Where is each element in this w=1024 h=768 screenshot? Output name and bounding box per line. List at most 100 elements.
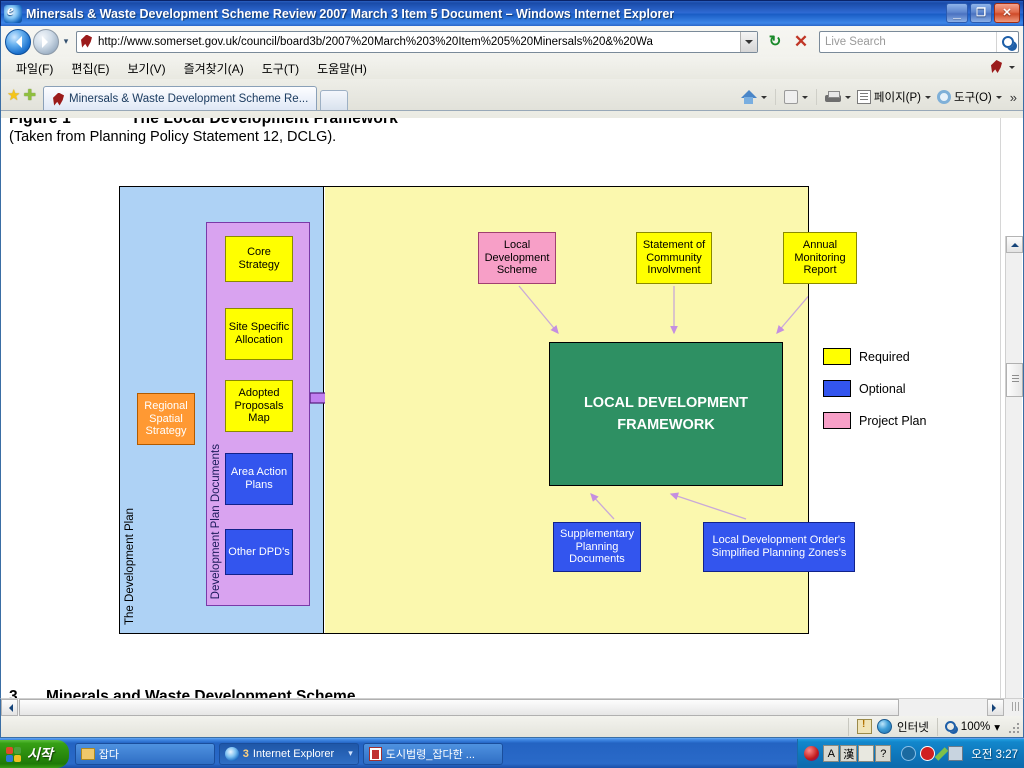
add-favorite-icon[interactable]: ✚ xyxy=(23,88,36,103)
address-dropdown-icon[interactable] xyxy=(740,31,757,52)
window-controls: _ ❐ ✕ xyxy=(946,3,1020,23)
menu-item-edit[interactable]: 편집(E) xyxy=(62,58,118,79)
taskbar-item-internet-explorer[interactable]: 3 Internet Explorer ▾ xyxy=(218,742,359,765)
tools-menu-label: 도구(O) xyxy=(954,92,992,104)
taskbar-chevron-down-icon[interactable]: ▾ xyxy=(348,748,353,759)
page-chevron-down-icon[interactable] xyxy=(925,95,931,102)
printer-icon xyxy=(824,90,841,104)
overflow-chevron-icon[interactable]: » xyxy=(1010,90,1017,105)
pdf-addon-icon[interactable] xyxy=(989,59,1005,75)
windows-flag-icon xyxy=(6,746,22,762)
recent-pages-dropdown-icon[interactable]: ▾ xyxy=(59,36,73,47)
search-input[interactable]: Live Search xyxy=(820,36,996,48)
box-adopted-proposals-map: Adopted Proposals Map xyxy=(225,380,293,432)
figure-heading: Figure 1 The Local Development Framework xyxy=(9,118,398,128)
windows-taskbar: 시작 잡다 3 Internet Explorer ▾ 도시법령_잡다한 ...… xyxy=(0,738,1024,768)
home-chevron-down-icon[interactable] xyxy=(760,95,767,102)
search-icon[interactable] xyxy=(996,31,1018,52)
document-icon xyxy=(368,746,382,761)
forward-button[interactable] xyxy=(33,28,59,55)
box-area-action-plans: Area Action Plans xyxy=(225,453,293,505)
tray-show-desktop-icon[interactable] xyxy=(804,746,820,761)
search-box[interactable]: Live Search xyxy=(819,30,1019,53)
taskbar-item-document[interactable]: 도시법령_잡다한 ... xyxy=(362,742,503,765)
zoom-chevron-down-icon[interactable]: ▾ xyxy=(994,720,1000,734)
scroll-right-button[interactable] xyxy=(987,699,1004,716)
security-zone-indicator[interactable]: 인터넷 xyxy=(848,717,937,736)
taskbar-item-folder[interactable]: 잡다 xyxy=(74,742,215,765)
print-button[interactable] xyxy=(823,90,853,104)
toolbar-divider-2 xyxy=(815,89,817,105)
box-core-strategy: Core Strategy xyxy=(225,236,293,282)
menu-item-help[interactable]: 도움말(H) xyxy=(308,58,376,79)
zoom-control[interactable]: 100% ▾ xyxy=(936,717,1006,736)
ie-browser-window: Minersals & Waste Development Scheme Rev… xyxy=(0,0,1024,768)
feeds-button[interactable] xyxy=(782,90,810,104)
legend-swatch-required xyxy=(823,348,851,365)
close-button[interactable]: ✕ xyxy=(994,3,1020,23)
tray-network-icon[interactable] xyxy=(948,746,964,761)
favorites-center-icon[interactable]: ★ xyxy=(7,88,20,103)
box-statement-community-involvement: Statement of Community Involvment xyxy=(636,232,712,284)
taskbar-clock[interactable]: 오전 3:27 xyxy=(971,746,1018,762)
section-number: 3. xyxy=(9,688,22,698)
ime-mode-alpha[interactable]: A xyxy=(823,745,840,762)
minimize-button[interactable]: _ xyxy=(946,3,968,23)
protected-mode-icon xyxy=(857,719,873,734)
back-button[interactable] xyxy=(5,28,31,55)
chevron-down-icon[interactable] xyxy=(1009,65,1015,72)
print-chevron-down-icon[interactable] xyxy=(844,95,851,102)
vertical-scroll-thumb[interactable] xyxy=(1006,363,1023,397)
development-plan-documents-group: Development Plan Documents Core Strategy… xyxy=(206,222,310,606)
restore-button[interactable]: ❐ xyxy=(970,3,992,23)
box-local-development-framework: LOCAL DEVELOPMENT FRAMEWORK xyxy=(549,342,783,486)
horizontal-scrollbar[interactable] xyxy=(0,698,1024,716)
stop-button[interactable]: ✕ xyxy=(789,30,813,54)
menu-item-tools[interactable]: 도구(T) xyxy=(253,58,308,79)
ime-help-icon[interactable]: ? xyxy=(875,745,892,762)
new-tab-button[interactable] xyxy=(320,90,349,110)
address-bar[interactable]: http://www.somerset.gov.uk/council/board… xyxy=(76,30,758,53)
development-plan-label: The Development Plan xyxy=(124,508,136,625)
ldf-panel: Local Development Scheme Statement of Co… xyxy=(325,187,857,633)
diagram-legend: Required Optional Project Plan xyxy=(823,348,998,444)
tools-menu-button[interactable]: 도구(O) xyxy=(935,89,1004,105)
system-tray: A 漢 ? 오전 3:27 xyxy=(797,738,1024,768)
command-bar: 페이지(P) 도구(O) » xyxy=(738,89,1017,105)
tray-volume-icon[interactable] xyxy=(901,746,917,761)
ime-toolbar[interactable]: A 漢 ? xyxy=(823,745,892,762)
home-button[interactable] xyxy=(738,90,769,104)
tools-chevron-down-icon[interactable] xyxy=(995,95,1002,102)
restore-icon: ❐ xyxy=(976,7,986,19)
scroll-left-button[interactable] xyxy=(1,699,18,716)
refresh-button[interactable]: ↻ xyxy=(763,30,787,54)
resize-grip-icon xyxy=(1010,701,1022,713)
ime-palette-icon[interactable] xyxy=(858,745,875,762)
feeds-chevron-down-icon[interactable] xyxy=(801,95,808,102)
section-heading: 3. Minerals and Waste Development Scheme xyxy=(9,688,355,698)
box-supplementary-planning-documents: Supplementary Planning Documents xyxy=(553,522,641,572)
tab-bar: ★ ✚ Minersals & Waste Development Scheme… xyxy=(1,79,1023,111)
menu-item-file[interactable]: 파일(F) xyxy=(7,58,62,79)
refresh-icon: ↻ xyxy=(768,32,782,50)
document-content: Figure 1 The Local Development Framework … xyxy=(1,118,1001,698)
menu-item-favorites[interactable]: 즐겨찾기(A) xyxy=(175,58,253,79)
tray-pen-icon[interactable] xyxy=(935,746,949,761)
vertical-scrollbar[interactable] xyxy=(1005,236,1023,698)
gear-icon xyxy=(937,90,951,104)
tab-minersals-waste[interactable]: Minersals & Waste Development Scheme Re.… xyxy=(43,86,318,110)
tray-shield-icon[interactable] xyxy=(920,746,936,761)
figure-title: The Local Development Framework xyxy=(130,118,399,127)
close-icon: ✕ xyxy=(1002,7,1012,19)
page-menu-button[interactable]: 페이지(P) xyxy=(855,89,933,105)
legend-item-project-plan: Project Plan xyxy=(823,412,998,429)
stop-icon: ✕ xyxy=(793,31,809,51)
ime-mode-hanja[interactable]: 漢 xyxy=(840,745,858,762)
box-other-dpds: Other DPD's xyxy=(225,529,293,575)
scroll-up-button[interactable] xyxy=(1006,236,1023,253)
start-button[interactable]: 시작 xyxy=(0,739,69,768)
window-resize-grip[interactable] xyxy=(1006,720,1020,734)
address-input[interactable]: http://www.somerset.gov.uk/council/board… xyxy=(98,36,740,48)
horizontal-scroll-thumb[interactable] xyxy=(19,699,899,716)
menu-item-view[interactable]: 보기(V) xyxy=(118,58,174,79)
